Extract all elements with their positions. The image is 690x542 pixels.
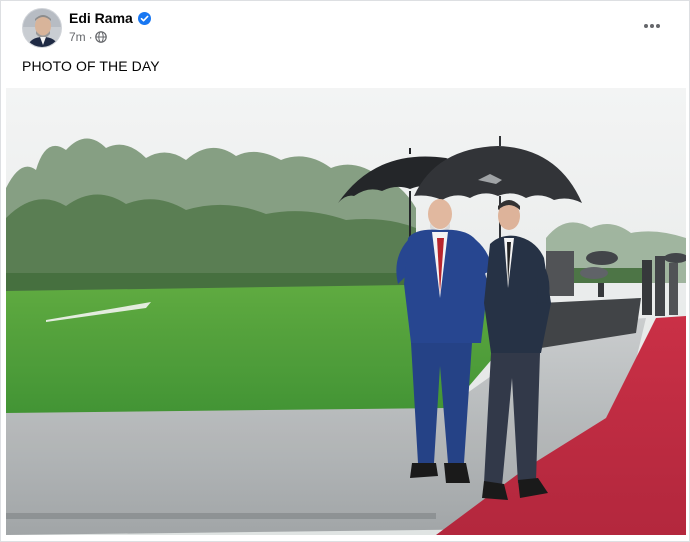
author-avatar[interactable]: [22, 8, 62, 48]
globe-icon[interactable]: [94, 31, 107, 43]
verified-badge-icon: [137, 11, 151, 25]
avatar-image: [23, 9, 61, 47]
post-photo[interactable]: [6, 88, 686, 535]
more-icon: [644, 24, 660, 28]
more-options-button[interactable]: [637, 11, 667, 41]
meta-separator: ·: [88, 30, 93, 44]
post-meta: 7m ·: [69, 30, 107, 44]
photo-haze: [6, 88, 686, 535]
author-name[interactable]: Edi Rama: [69, 10, 133, 26]
facebook-post: Edi Rama 7m · PHOTO OF THE DAY: [0, 0, 690, 542]
post-caption: PHOTO OF THE DAY: [22, 58, 160, 74]
post-header: Edi Rama 7m ·: [1, 1, 690, 53]
post-timestamp[interactable]: 7m: [69, 30, 86, 44]
photo-image: [6, 88, 686, 535]
author-row: Edi Rama: [69, 9, 151, 27]
